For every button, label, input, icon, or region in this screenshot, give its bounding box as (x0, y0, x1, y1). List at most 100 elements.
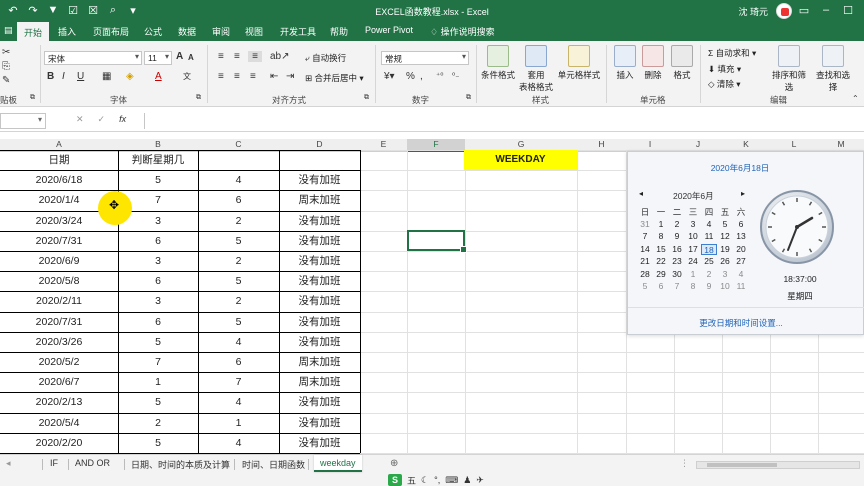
sort-filter-button[interactable]: 排序和筛选 (768, 45, 810, 93)
calendar-day[interactable]: 18 (701, 243, 717, 255)
sheet-tab-and-or[interactable]: AND OR (75, 458, 110, 468)
calendar-day[interactable]: 22 (653, 256, 669, 268)
table-cell[interactable]: 没有加班 (279, 312, 360, 332)
add-sheet-icon[interactable]: ⊕ (390, 458, 398, 469)
table-cell[interactable]: 5 (198, 312, 279, 332)
number-launcher-icon[interactable]: ⧉ (466, 94, 471, 102)
table-cell[interactable]: 2020/7/31 (0, 231, 118, 251)
table-cell[interactable]: 2020/5/4 (0, 413, 118, 433)
selected-cell[interactable] (407, 230, 467, 253)
calendar-day[interactable]: 25 (701, 256, 717, 268)
next-month-icon[interactable]: ▸ (741, 189, 745, 198)
calendar-day[interactable]: 21 (637, 256, 653, 268)
cancel-icon[interactable]: ✕ (76, 114, 84, 125)
table-cell[interactable]: 6 (118, 312, 198, 332)
sheet-tab-weekday[interactable]: weekday (314, 455, 362, 472)
format-as-table-button[interactable]: 套用 表格格式 (516, 45, 556, 93)
font-launcher-icon[interactable]: ⧉ (196, 94, 201, 102)
insert-function-icon[interactable]: fx (119, 114, 126, 125)
table-cell[interactable]: 7 (198, 372, 279, 392)
calendar-day[interactable]: 8 (685, 281, 701, 293)
fill-button[interactable]: ⬇ 填充 ▾ (708, 63, 741, 75)
tab-insert[interactable]: 插入 (58, 25, 76, 38)
clipboard-launcher-icon[interactable]: ⧉ (30, 94, 35, 102)
avatar[interactable] (776, 3, 792, 19)
table-cell[interactable]: 4 (198, 332, 279, 352)
calendar-day[interactable]: 1 (685, 269, 701, 281)
table-cell[interactable]: 4 (198, 433, 279, 453)
table-cell[interactable]: 3 (118, 291, 198, 311)
underline-icon[interactable]: U (77, 71, 84, 82)
italic-icon[interactable]: I (62, 71, 65, 82)
comma-style-icon[interactable]: , (420, 71, 423, 82)
tab-home[interactable]: 开始 (17, 22, 50, 41)
keyboard-icon[interactable]: ⌨ (445, 475, 458, 486)
calendar-day[interactable]: 9 (701, 281, 717, 293)
align-top-icon[interactable]: ≡ (218, 51, 224, 62)
calendar-full-date[interactable]: 2020年6月18日 (628, 162, 852, 174)
calendar-day[interactable]: 14 (637, 244, 653, 256)
table-cell[interactable]: 6 (198, 190, 279, 210)
table-cell[interactable]: 2020/5/8 (0, 271, 118, 291)
tab-help[interactable]: 帮助 (330, 25, 348, 38)
table-cell[interactable]: 5 (118, 332, 198, 352)
sogou-ime-icon[interactable]: S (388, 474, 402, 486)
table-header-cell[interactable]: 日期 (0, 150, 118, 170)
horizontal-scrollbar[interactable] (696, 461, 860, 469)
table-cell[interactable]: 3 (118, 251, 198, 271)
table-cell[interactable]: 2020/6/9 (0, 251, 118, 271)
table-cell[interactable]: 没有加班 (279, 211, 360, 231)
calendar-day[interactable]: 27 (733, 256, 749, 268)
comma-icon[interactable]: °, (434, 475, 440, 485)
table-cell[interactable]: 4 (198, 170, 279, 190)
calendar-day[interactable]: 17 (685, 244, 701, 256)
enter-icon[interactable]: ✓ (98, 114, 106, 125)
maximize-icon[interactable]: ☐ (840, 4, 856, 17)
font-size-select[interactable]: 11 ▾ (144, 51, 172, 65)
align-left-icon[interactable]: ≡ (218, 71, 224, 82)
calendar-day[interactable]: 10 (717, 281, 733, 293)
number-format-select[interactable]: 常规 ▾ (381, 51, 469, 65)
table-cell[interactable]: 没有加班 (279, 413, 360, 433)
table-cell[interactable]: 2 (198, 211, 279, 231)
bold-icon[interactable]: B (47, 71, 54, 82)
table-cell[interactable]: 5 (198, 231, 279, 251)
table-cell[interactable]: 2 (198, 251, 279, 271)
merge-center-button[interactable]: ⊞ 合并后居中 ▾ (305, 72, 364, 84)
calendar-day[interactable]: 26 (717, 256, 733, 268)
calendar-day[interactable]: 30 (669, 269, 685, 281)
calendar-day[interactable]: 2 (701, 269, 717, 281)
calendar-day[interactable]: 4 (733, 269, 749, 281)
sheet-tab-date-time-nature[interactable]: 日期、时间的本质及计算 (131, 458, 230, 471)
previous-month-icon[interactable]: ◂ (639, 189, 643, 198)
table-cell[interactable]: 2020/3/26 (0, 332, 118, 352)
tell-me-search[interactable]: ♢ 操作说明搜索 (430, 25, 495, 38)
align-center-icon[interactable]: ≡ (234, 71, 240, 82)
decrease-decimal-icon[interactable]: ⁰₋ (452, 71, 459, 80)
tab-power-pivot[interactable]: Power Pivot (365, 25, 413, 35)
table-cell[interactable]: 6 (198, 352, 279, 372)
cut-icon[interactable]: ✂ (2, 47, 10, 58)
align-middle-icon[interactable]: ≡ (234, 51, 240, 62)
shrink-font-icon[interactable]: A (188, 53, 194, 62)
calendar-day[interactable]: 6 (733, 219, 749, 231)
table-header-cell[interactable] (279, 150, 360, 170)
table-cell[interactable]: 没有加班 (279, 251, 360, 271)
more-options-icon[interactable]: ⋮ (680, 458, 689, 469)
sheet-tab-time-date-functions[interactable]: 时间、日期函数 (242, 458, 305, 471)
table-cell[interactable]: 2020/2/20 (0, 433, 118, 453)
format-painter-icon[interactable]: ✎ (2, 75, 10, 86)
table-cell[interactable]: 6 (118, 271, 198, 291)
calendar-day[interactable]: 9 (669, 231, 685, 243)
calendar-day[interactable]: 11 (733, 281, 749, 293)
font-name-select[interactable]: 宋体 ▾ (44, 51, 142, 65)
calendar-day[interactable]: 5 (717, 219, 733, 231)
table-cell[interactable]: 6 (118, 231, 198, 251)
calendar-day[interactable]: 5 (637, 281, 653, 293)
calendar-day[interactable]: 7 (637, 231, 653, 243)
table-cell[interactable]: 2 (198, 291, 279, 311)
formula-input[interactable] (144, 113, 864, 129)
delete-cells-button[interactable]: 删除 (640, 45, 666, 81)
table-cell[interactable]: 没有加班 (279, 170, 360, 190)
phonetic-icon[interactable]: 文 (183, 71, 191, 82)
